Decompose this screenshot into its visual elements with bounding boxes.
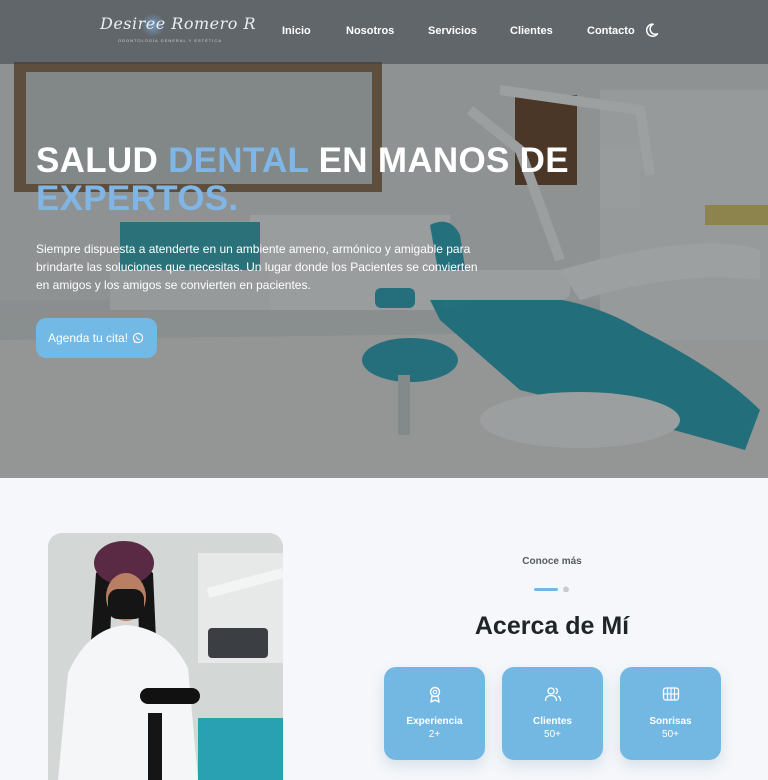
hero-description: Siempre dispuesta a atenderte en un ambi…: [36, 242, 478, 292]
stat-card-sonrisas[interactable]: Sonrisas 50+: [620, 667, 721, 760]
stat-value: 50+: [544, 729, 561, 740]
nav-link-clientes[interactable]: Clientes: [510, 25, 553, 37]
nav-link-contacto[interactable]: Contacto: [587, 25, 635, 37]
stat-card-clientes[interactable]: Clientes 50+: [502, 667, 603, 760]
logo-text: Desiree Romero R: [100, 14, 257, 33]
book-appointment-label: Agenda tu cita!: [48, 331, 129, 345]
logo-subtitle: ODONTOLOGÍA GENERAL Y ESTÉTICA: [118, 38, 222, 43]
dentist-photo: [48, 533, 283, 780]
hero-title-part1: SALUD: [36, 141, 169, 180]
stat-label: Sonrisas: [649, 716, 692, 727]
moon-icon[interactable]: [646, 22, 662, 38]
nav-link-nosotros[interactable]: Nosotros: [346, 25, 394, 37]
stat-card-experiencia[interactable]: Experiencia 2+: [384, 667, 485, 760]
dentist-illustration: [48, 533, 283, 780]
users-icon: [544, 687, 562, 702]
nav-link-inicio[interactable]: Inicio: [282, 25, 311, 37]
hero-title: SALUD DENTAL EN MANOS DE EXPERTOS.: [36, 142, 636, 218]
hero-overlay: [0, 0, 768, 478]
stat-label: Experiencia: [406, 716, 463, 727]
hero-title-part2: EN MANOS DE: [308, 141, 569, 180]
nav-link-servicios[interactable]: Servicios: [428, 25, 477, 37]
hero-title-accent-dental: DENTAL: [168, 141, 309, 180]
stat-value: 2+: [428, 729, 441, 740]
brand-logo[interactable]: Desiree Romero R ODONTOLOGÍA GENERAL Y E…: [100, 14, 256, 48]
award-icon: [429, 686, 441, 703]
hero-section: Desiree Romero R ODONTOLOGÍA GENERAL Y E…: [0, 0, 768, 478]
about-title: Acerca de Mí: [474, 612, 630, 640]
section-divider: [534, 586, 569, 592]
navbar: Desiree Romero R ODONTOLOGÍA GENERAL Y E…: [0, 0, 768, 64]
book-appointment-button[interactable]: Agenda tu cita!: [36, 318, 157, 358]
stat-value: 50+: [662, 729, 679, 740]
grid-icon: [662, 687, 680, 701]
whatsapp-icon: [132, 332, 144, 344]
about-eyebrow: Conoce más: [522, 556, 582, 567]
stat-label: Clientes: [533, 716, 572, 727]
hero-title-accent-expertos: EXPERTOS.: [36, 179, 239, 218]
